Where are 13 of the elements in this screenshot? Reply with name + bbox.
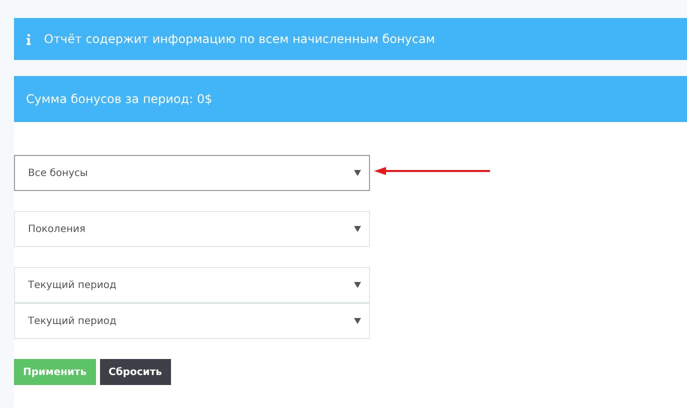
- caret-icon: [354, 170, 361, 176]
- caret-icon: [354, 318, 361, 324]
- select-field[interactable]: Поколения: [14, 211, 370, 247]
- select-field[interactable]: Текущий период: [14, 267, 370, 303]
- caret-icon: [354, 282, 361, 288]
- select-field[interactable]: Текущий период: [14, 303, 370, 339]
- notice-text: Отчёт содержит информацию по всем начисленным бонусам: [44, 31, 435, 48]
- reset-button[interactable]: Сбросить: [100, 359, 171, 385]
- notice-text: Сумма бонусов за период: 0$: [26, 91, 212, 108]
- info-icon: [26, 34, 31, 44]
- caret-icon: [354, 226, 361, 232]
- arrow-icon: [374, 167, 491, 175]
- select-field[interactable]: Все бонусы: [14, 155, 370, 191]
